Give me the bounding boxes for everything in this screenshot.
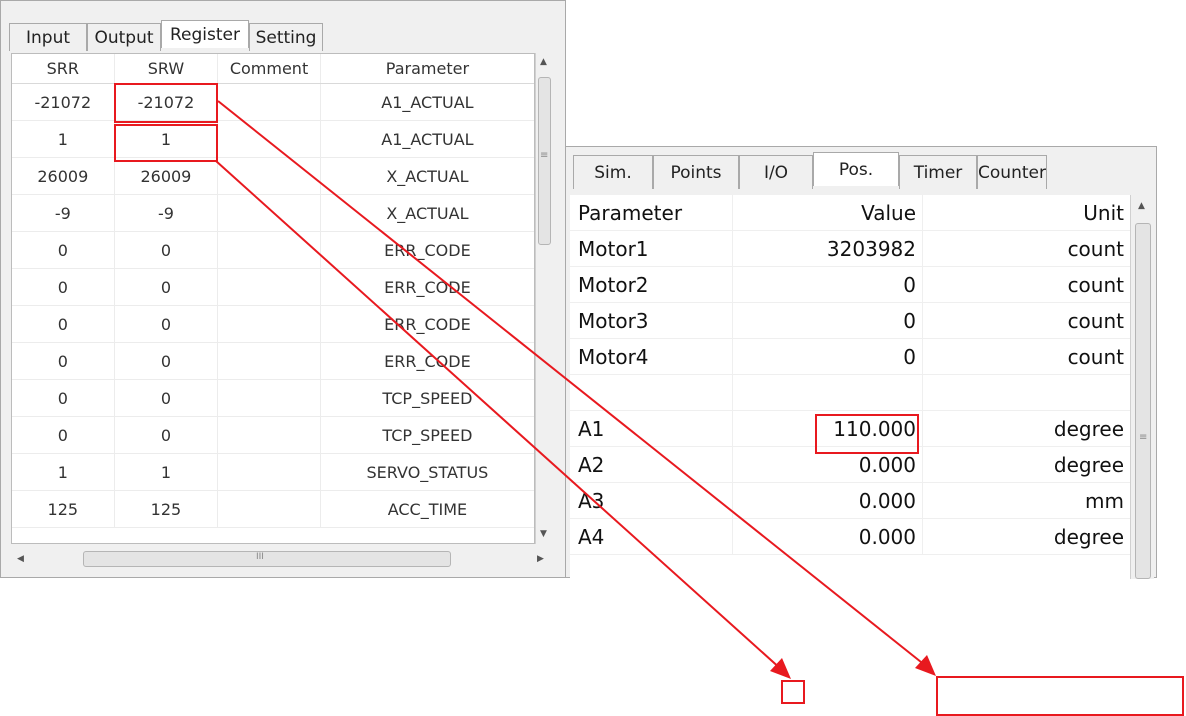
annotation-arrows	[215, 100, 936, 679]
arrowhead-icon	[915, 655, 936, 676]
arrow-line-a1-actual-low	[217, 100, 927, 667]
arrow-line-a1-actual-high	[215, 160, 783, 671]
